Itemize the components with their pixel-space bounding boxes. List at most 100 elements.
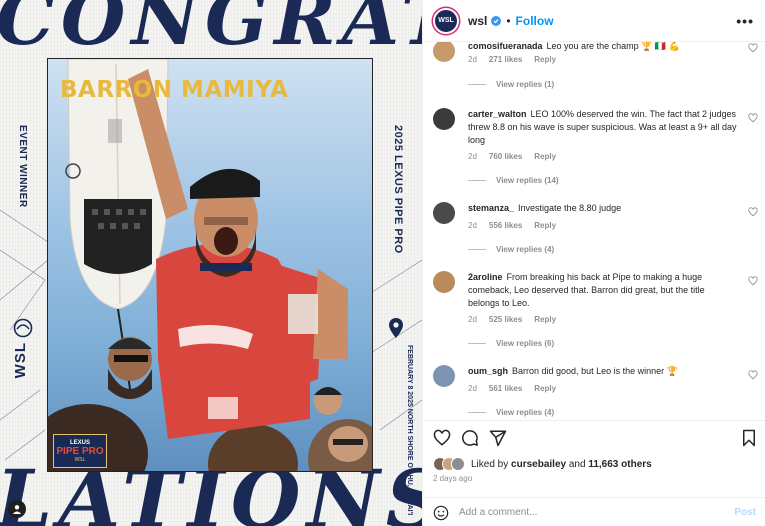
logo-line-2: PIPE PRO [56,445,104,457]
logo-line-3: WSL [74,456,86,463]
replies-line [468,412,486,413]
comment-age: 2d [468,384,477,393]
post-header: WSL wsl • Follow ••• [423,0,765,42]
comment-heart-icon[interactable] [748,276,758,286]
comment-text: Investigate the 8.80 judge [518,203,622,213]
comment-meta: 2d 561 likes Reply [468,384,556,393]
likes-summary: Liked by cursebailey and 11,663 others [433,457,652,471]
comment-meta: 2d 271 likes Reply [468,55,556,64]
post-actions: Liked by cursebailey and 11,663 others 2… [423,420,765,526]
comment-text: From breaking his back at Pipe to making… [468,272,705,308]
comment-likes[interactable]: 561 likes [489,384,522,393]
comment-text-block: oum_sgh Barron did good, but Leo is the w… [468,365,738,378]
comment-input[interactable] [459,507,709,518]
wsl-logo-icon [13,318,33,338]
comment-text: Leo you are the champ 🏆 🇮🇹 💪 [546,42,680,51]
reply-button[interactable]: Reply [534,221,556,230]
emoji-icon[interactable] [433,505,449,521]
replies-line [468,180,486,181]
view-replies-button[interactable]: View replies (6) [468,339,554,348]
tagged-user-icon[interactable] [8,500,26,518]
celebration-scene [48,59,372,471]
view-replies-button[interactable]: View replies (14) [468,176,559,185]
winner-photo: BARRON MAMIYA LEXUS PIPE PRO WSL [47,58,373,472]
follow-button[interactable]: Follow [516,14,554,28]
comment-likes[interactable]: 556 likes [489,221,522,230]
comment-age: 2d [468,55,477,64]
comment-username[interactable]: 2aroline [468,272,503,282]
comment-meta: 2d 760 likes Reply [468,152,556,161]
reply-button[interactable]: Reply [534,315,556,324]
event-winner-label: EVENT WINNER [17,125,28,208]
view-replies-label: View replies (14) [496,176,559,185]
comment-avatar[interactable] [433,108,455,130]
post-image[interactable]: CONGRATU LATIONS EVENT WINNER 2025 LEXUS… [0,0,422,526]
verified-badge-icon [491,15,502,26]
view-replies-button[interactable]: View replies (4) [468,408,554,417]
liked-by-user[interactable]: cursebailey [511,459,566,470]
comment-avatar[interactable] [433,42,455,62]
replies-line [468,343,486,344]
comment-username[interactable]: oum_sgh [468,366,508,376]
pipe-pro-logo: LEXUS PIPE PRO WSL [53,434,107,468]
replies-line [468,249,486,250]
comment-meta: 2d 525 likes Reply [468,315,556,324]
comment-avatar[interactable] [433,202,455,224]
comment-likes[interactable]: 760 likes [489,152,522,161]
replies-line [468,84,486,85]
comment-meta: 2d 556 likes Reply [468,221,556,230]
view-replies-label: View replies (6) [496,339,555,348]
comment-text-block: stemanza_ Investigate the 8.80 judge [468,202,738,215]
comment-avatar[interactable] [433,271,455,293]
liked-by-and: and [566,458,589,470]
share-icon[interactable] [489,429,507,447]
comment-text-block: comosifueranada Leo you are the champ 🏆 🇮… [468,42,738,53]
winner-name-heading: BARRON MAMIYA [60,77,289,103]
comment-likes[interactable]: 271 likes [489,55,522,64]
person-icon [12,505,22,514]
comment-avatar[interactable] [433,365,455,387]
reply-button[interactable]: Reply [534,152,556,161]
bookmark-icon[interactable] [741,429,757,447]
post-timestamp[interactable]: 2 days ago [433,474,472,483]
view-replies-button[interactable]: View replies (1) [468,80,554,89]
post-comment-button[interactable]: Post [734,507,756,518]
wsl-logo-text: WSL [12,342,29,379]
comment-icon[interactable] [461,429,479,447]
view-replies-button[interactable]: View replies (4) [468,245,554,254]
account-avatar[interactable]: WSL [433,7,459,34]
event-title-label: 2025 LEXUS PIPE PRO [392,125,404,254]
liker-avatar [451,457,465,471]
heart-icon[interactable] [433,429,451,447]
liked-by-others[interactable]: 11,663 others [588,459,651,470]
comment-likes[interactable]: 525 likes [489,315,522,324]
header-separator: • [506,13,511,28]
comment-username[interactable]: comosifueranada [468,42,543,51]
comment-age: 2d [468,315,477,324]
reply-button[interactable]: Reply [534,384,556,393]
account-username[interactable]: wsl [468,14,487,28]
view-replies-label: View replies (1) [496,80,555,89]
comment-heart-icon[interactable] [748,43,758,53]
view-replies-label: View replies (4) [496,245,555,254]
view-replies-label: View replies (4) [496,408,555,417]
comment-heart-icon[interactable] [748,370,758,380]
reply-button[interactable]: Reply [534,55,556,64]
comment-username[interactable]: stemanza_ [468,203,514,213]
location-pin-icon [389,318,403,338]
comment-username[interactable]: carter_walton [468,109,527,119]
comment-heart-icon[interactable] [748,113,758,123]
comment-age: 2d [468,221,477,230]
more-options-icon[interactable]: ••• [736,13,754,29]
congratulations-top-text: CONGRATU [0,0,422,62]
comments-list[interactable]: comosifueranada Leo you are the champ 🏆 🇮… [423,42,765,420]
post-side-panel: WSL wsl • Follow ••• comosifueranada Leo … [422,0,765,526]
comment-heart-icon[interactable] [748,207,758,217]
liked-by-prefix: Liked by [471,458,512,470]
event-date-location: FEBRUARY 8 2025 NORTH SHORE O'AHU, HAWAI… [406,345,413,516]
comment-composer: Post [423,497,765,526]
comment-text-block: carter_walton LEO 100% deserved the win. … [468,108,738,147]
comment-text-block: 2aroline From breaking his back at Pipe t… [468,271,738,310]
comment-age: 2d [468,152,477,161]
comment-text: Barron did good, but Leo is the winner 🏆 [512,366,678,376]
